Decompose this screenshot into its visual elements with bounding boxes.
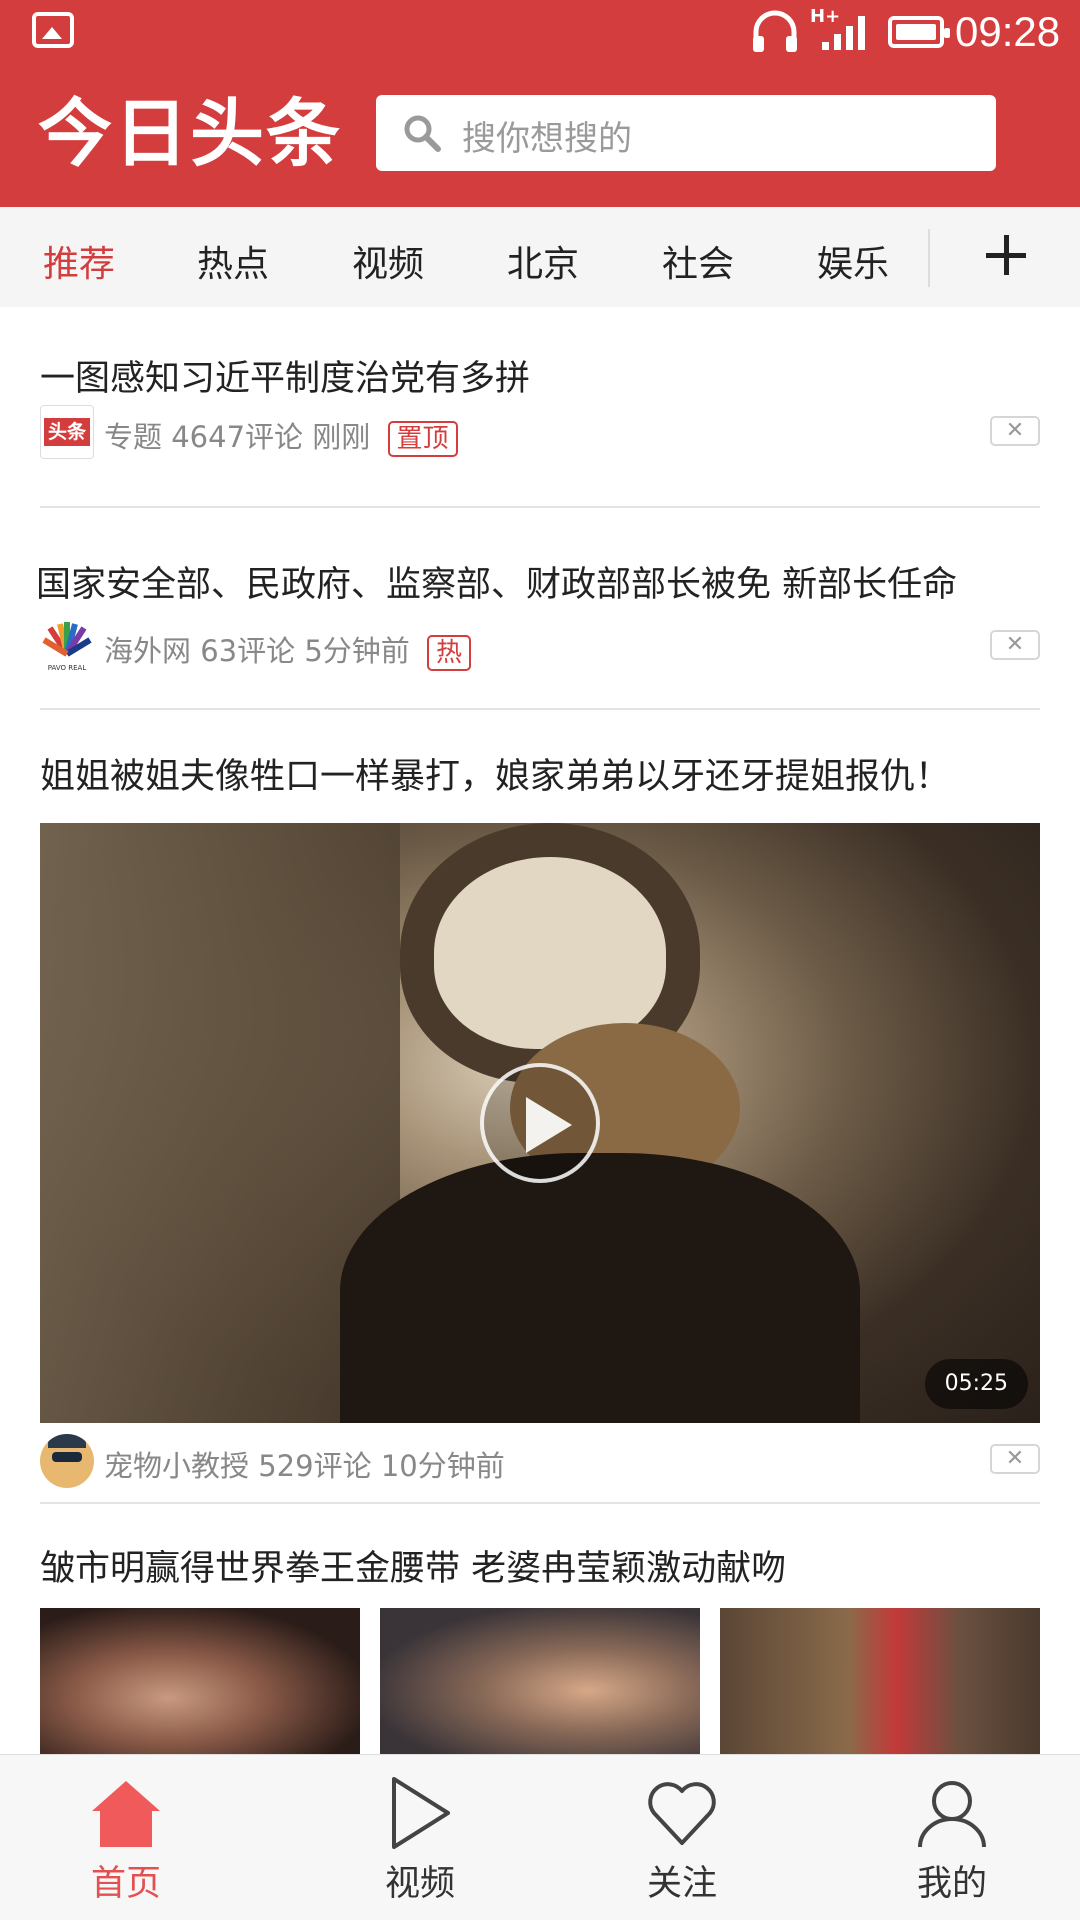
article-thumbnail[interactable] bbox=[40, 1608, 360, 1758]
video-thumbnail[interactable]: 05:25 bbox=[40, 823, 1040, 1423]
nav-video-label: 视频 bbox=[384, 1864, 455, 1904]
home-icon bbox=[92, 1781, 160, 1847]
publish-time: 10分钟前 bbox=[380, 1449, 505, 1483]
publish-time: 5分钟前 bbox=[304, 634, 410, 668]
tab-video[interactable]: 视频 bbox=[352, 235, 424, 287]
user-icon bbox=[918, 1781, 986, 1848]
article-title[interactable]: 姐姐被姐夫像牲口一样暴打，娘家弟弟以牙还牙提姐报仇！ bbox=[40, 748, 950, 799]
tabs-divider bbox=[928, 229, 930, 287]
feed-divider bbox=[40, 708, 1040, 710]
article-source[interactable]: 宠物小教授 bbox=[104, 1449, 249, 1483]
nav-me[interactable]: 我的 bbox=[852, 1755, 1052, 1920]
article-source[interactable]: 海外网 bbox=[104, 634, 191, 668]
source-logo-text: 头条 bbox=[44, 418, 90, 446]
article-meta: 宠物小教授 529评论 10分钟前 bbox=[104, 1443, 505, 1485]
app-logo: 今日头条 bbox=[38, 91, 342, 177]
feed-divider bbox=[40, 1502, 1040, 1504]
source-logo-icon: 头条 bbox=[40, 405, 94, 459]
add-channel-icon[interactable] bbox=[980, 231, 1032, 283]
pinned-badge: 置顶 bbox=[387, 421, 458, 457]
video-duration: 05:25 bbox=[924, 1359, 1028, 1409]
dislike-button[interactable]: ✕ bbox=[990, 416, 1040, 446]
comment-count: 63评论 bbox=[200, 634, 296, 668]
app-header: H+ 09:28 今日头条 搜你想搜的 bbox=[0, 0, 1080, 207]
hot-badge: 热 bbox=[427, 635, 472, 671]
heart-icon bbox=[648, 1782, 716, 1845]
article-source[interactable]: 专题 bbox=[104, 420, 162, 454]
article-title[interactable]: 一图感知习近平制度治党有多拼 bbox=[40, 350, 530, 401]
dislike-button[interactable]: ✕ bbox=[990, 630, 1040, 660]
nav-me-label: 我的 bbox=[916, 1864, 987, 1904]
play-icon bbox=[392, 1777, 450, 1849]
article-thumbnail[interactable] bbox=[380, 1608, 700, 1758]
image-notification-icon bbox=[32, 12, 74, 48]
nav-follow-label: 关注 bbox=[646, 1864, 717, 1904]
publish-time: 刚刚 bbox=[312, 420, 371, 454]
nav-home[interactable]: 首页 bbox=[26, 1755, 226, 1920]
nav-video[interactable]: 视频 bbox=[320, 1755, 520, 1920]
tab-society[interactable]: 社会 bbox=[662, 235, 734, 287]
headset-icon bbox=[753, 10, 797, 52]
article-title[interactable]: 皱市明赢得世界拳王金腰带 老婆冉莹颖激动献吻 bbox=[40, 1540, 786, 1591]
article-thumbnail[interactable] bbox=[720, 1608, 1040, 1758]
tab-beijing[interactable]: 北京 bbox=[507, 235, 579, 287]
avatar[interactable] bbox=[40, 1434, 94, 1488]
search-icon bbox=[404, 115, 441, 152]
nav-follow[interactable]: 关注 bbox=[582, 1755, 782, 1920]
battery-icon bbox=[888, 16, 950, 48]
play-button-icon[interactable] bbox=[480, 1063, 600, 1183]
channel-tabs: 推荐 热点 视频 北京 社会 娱乐 bbox=[0, 207, 1080, 307]
tab-recommend[interactable]: 推荐 bbox=[43, 235, 115, 287]
comment-count: 4647评论 bbox=[171, 420, 304, 454]
bottom-navigation: 首页 视频 关注 我的 bbox=[0, 1754, 1080, 1920]
status-bar: H+ 09:28 bbox=[0, 0, 1080, 66]
nav-home-label: 首页 bbox=[90, 1864, 161, 1904]
tab-hot[interactable]: 热点 bbox=[197, 235, 269, 287]
tab-entertainment[interactable]: 娱乐 bbox=[817, 235, 889, 287]
search-placeholder: 搜你想搜的 bbox=[462, 119, 632, 159]
comment-count: 529评论 bbox=[258, 1449, 372, 1483]
dislike-button[interactable]: ✕ bbox=[990, 1444, 1040, 1474]
signal-icon bbox=[822, 16, 865, 50]
article-meta: 专题 4647评论 刚刚 置顶 bbox=[104, 414, 458, 457]
search-input[interactable]: 搜你想搜的 bbox=[376, 95, 996, 171]
source-logo-text: PAVO REAL bbox=[47, 664, 87, 672]
feed-divider bbox=[40, 506, 1040, 508]
status-time: 09:28 bbox=[955, 8, 1061, 55]
article-meta: 海外网 63评论 5分钟前 热 bbox=[104, 628, 472, 671]
article-title[interactable]: 国家安全部、民政府、监察部、财政部部长被免 新部长任命 bbox=[36, 556, 957, 607]
